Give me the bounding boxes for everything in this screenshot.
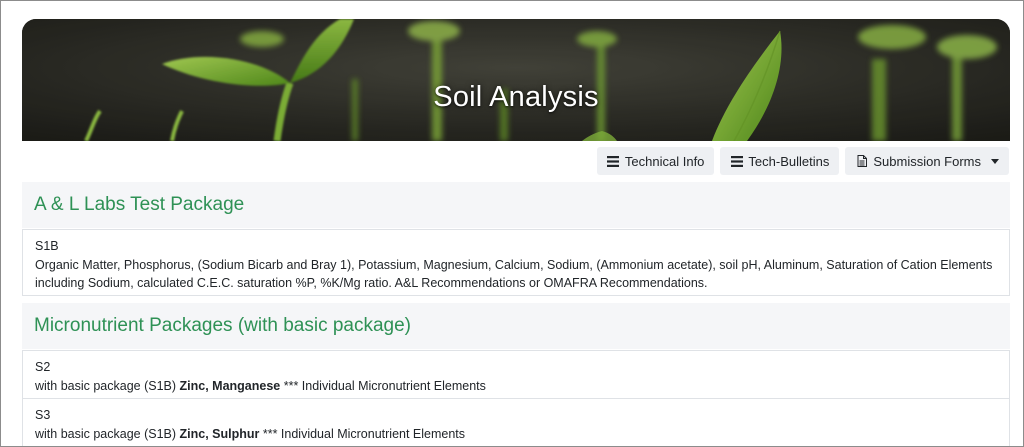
package-suffix: *** Individual Micronutrient Elements	[280, 378, 486, 393]
section-heading-text: A & L Labs Test Package	[34, 194, 245, 215]
section-heading-micronutrient: Micronutrient Packages (with basic packa…	[22, 303, 1010, 349]
technical-info-label: Technical Info	[624, 153, 705, 169]
submission-forms-label: Submission Forms	[873, 153, 981, 169]
package-suffix: *** Individual Micronutrient Elements	[259, 426, 466, 441]
toolbar: Technical Info Tech-Bulletins Submission…	[596, 147, 1009, 175]
package-card-s3: S3 with basic package (S1B) Zinc, Sulphu…	[22, 399, 1010, 446]
package-description: Organic Matter, Phosphorus, (Sodium Bica…	[35, 257, 993, 291]
list-icon	[607, 155, 620, 168]
technical-info-button[interactable]: Technical Info	[596, 147, 715, 175]
document-icon	[855, 155, 868, 168]
package-card-s2: S2 with basic package (S1B) Zinc, Mangan…	[22, 350, 1010, 399]
page-frame: Soil Analysis Technical Info Tech-Bullet…	[0, 0, 1024, 447]
section-heading-text: Micronutrient Packages (with basic packa…	[34, 315, 412, 336]
list-icon	[730, 155, 743, 168]
package-code: S3	[35, 408, 51, 422]
tech-bulletins-label: Tech-Bulletins	[748, 153, 830, 169]
section-heading-test-package: A & L Labs Test Package	[22, 182, 1010, 228]
hero-seedlings-image	[22, 19, 1010, 141]
package-code: S1B	[35, 239, 59, 253]
tech-bulletins-button[interactable]: Tech-Bulletins	[720, 147, 840, 175]
package-prefix: with basic package (S1B)	[35, 378, 180, 393]
page-title: Soil Analysis	[433, 81, 599, 113]
package-elements: Zinc, Manganese	[179, 378, 281, 393]
hero-banner: Soil Analysis	[22, 19, 1010, 141]
package-card-s1b: S1B Organic Matter, Phosphorus, (Sodium …	[22, 229, 1010, 296]
package-prefix: with basic package (S1B)	[35, 426, 180, 441]
submission-forms-dropdown[interactable]: Submission Forms	[845, 147, 1009, 175]
caret-down-icon	[991, 158, 999, 164]
package-elements: Zinc, Sulphur	[179, 426, 260, 441]
package-code: S2	[35, 360, 51, 374]
